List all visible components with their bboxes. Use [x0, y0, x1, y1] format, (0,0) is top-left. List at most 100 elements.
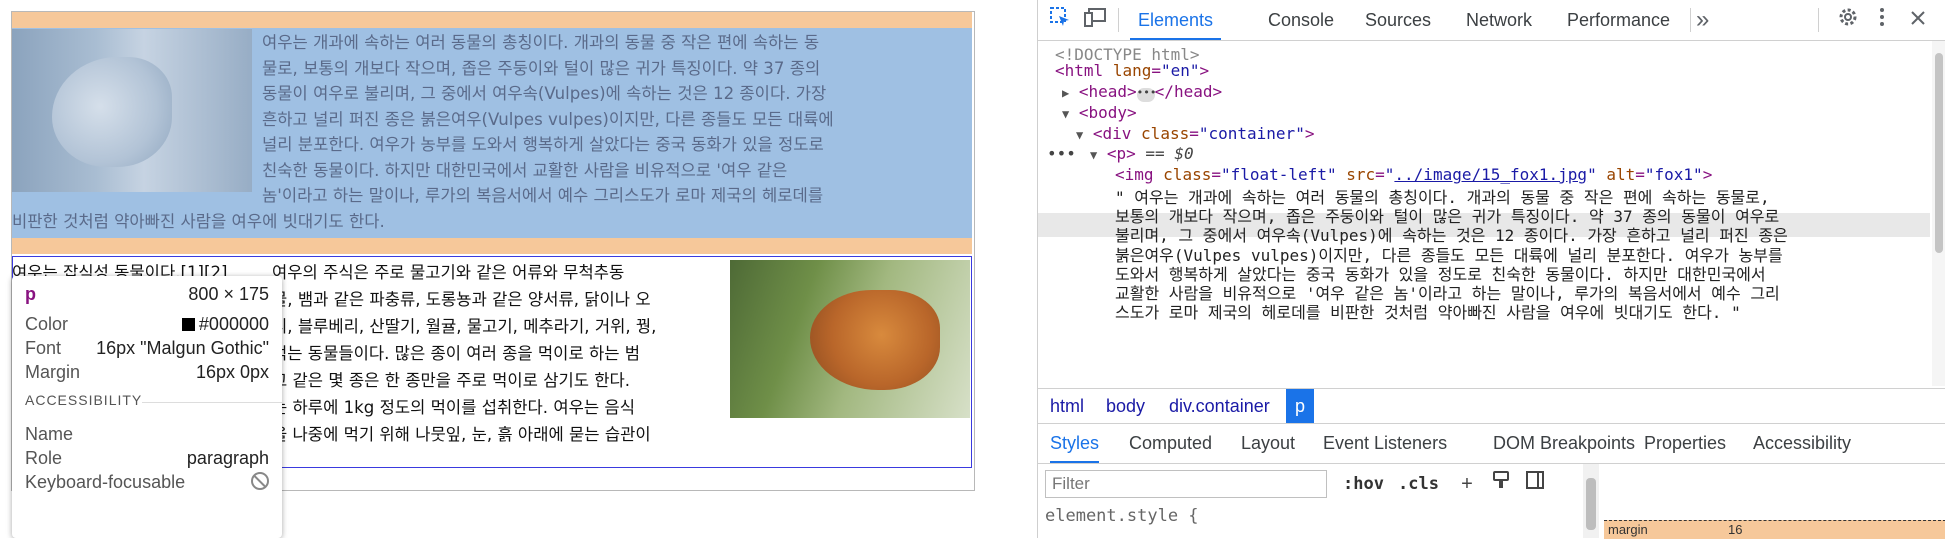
fox2-image [730, 260, 970, 418]
collapse-triangle-icon[interactable]: ▼ [1090, 148, 1097, 162]
more-tabs-button[interactable]: » [1696, 0, 1709, 40]
subtab-accessibility[interactable]: Accessibility [1753, 423, 1851, 463]
gear-icon[interactable] [1834, 6, 1862, 34]
tab-network[interactable]: Network [1466, 0, 1532, 40]
attr-value: "en" [1160, 61, 1200, 80]
color-swatch [181, 318, 195, 331]
class-toggle[interactable]: .cls [1398, 470, 1439, 498]
html-open-tag: <html [1055, 61, 1104, 80]
tab-elements[interactable]: Elements [1130, 0, 1222, 40]
text-node-line: 스도가 로마 제국의 헤로데를 비판한 것처럼 약아빠진 사람을 여우에 빗대기… [1115, 303, 1741, 322]
collapse-triangle-icon[interactable]: ▼ [1076, 128, 1083, 142]
tab-sources[interactable]: Sources [1365, 0, 1431, 40]
subtab-styles[interactable]: Styles [1050, 423, 1100, 463]
element-style-rule[interactable]: element.style { [1045, 506, 1199, 526]
attr-name: class [1141, 124, 1190, 143]
dom-tree: <!DOCTYPE html> <html lang="en"> ▶ <head… [1038, 41, 1930, 386]
fox-body-shape [810, 290, 940, 390]
tooltip-name-label: Name [25, 424, 74, 444]
styles-scrollbar[interactable] [1583, 464, 1599, 538]
dom-scrollbar[interactable] [1932, 41, 1945, 386]
scroll-thumb[interactable] [1935, 53, 1943, 253]
body-open-tag: <body> [1078, 103, 1137, 122]
tooltip-role-value: paragraph [186, 448, 269, 468]
paragraph-1-tail: 비판한 것처럼 약아빠진 사람을 여우에 빗대기도 한다. [12, 212, 385, 231]
devtools-tabbar: Elements Console Sources Network Perform… [1038, 0, 1945, 41]
fox1-image [12, 29, 252, 192]
margin-highlight-top [12, 12, 972, 28]
text-line: 리, 블루베리, 산딸기, 월귤, 물고기, 메추라기, 거위, 꿩, [272, 317, 657, 336]
tooltip-margin-label: Margin [25, 362, 81, 382]
node-actions-icon[interactable]: ••• [1047, 142, 1076, 166]
inspect-tooltip: p 800 × 175 Color #000000 Font 16px "Mal… [12, 276, 282, 538]
expand-triangle-icon[interactable]: ▶ [1062, 86, 1069, 100]
crumb-p[interactable]: p [1286, 389, 1315, 423]
img-open-tag: <img [1115, 165, 1154, 184]
img-src-link[interactable]: ../image/15_fox1.jpg [1394, 165, 1587, 184]
sidebar-toggle-icon[interactable] [1522, 470, 1548, 498]
styles-filter-input[interactable]: Filter [1045, 470, 1327, 498]
tooltip-keyboard-label: Keyboard-focusable [25, 472, 186, 492]
inspect-element-icon[interactable] [1046, 6, 1074, 34]
attr-name: class [1163, 165, 1212, 184]
div-open-tag: <div [1092, 124, 1132, 143]
tooltip-role-label: Role [25, 448, 63, 468]
img-node[interactable]: <img class="float-left" src="../image/15… [1115, 163, 1712, 187]
subtab-computed[interactable]: Computed [1129, 423, 1212, 463]
tab-performance[interactable]: Performance [1567, 0, 1670, 40]
plus-icon[interactable]: + [1454, 470, 1480, 498]
page-viewport: 여우는 개과에 속하는 여러 동물의 총칭이다. 개과의 동물 중 작은 편에 … [0, 0, 1037, 538]
attr-name: src [1346, 165, 1376, 184]
tooltip-margin-value: 16px 0px [195, 362, 269, 382]
devtools-panel: Elements Console Sources Network Perform… [1037, 0, 1945, 539]
subtab-event-listeners[interactable]: Event Listeners [1323, 423, 1447, 463]
styles-subtabs: Styles Computed Layout Event Listeners D… [1038, 423, 1945, 464]
p-open-tag: <p> [1106, 144, 1136, 163]
crumb-div-container[interactable]: div.container [1169, 389, 1270, 423]
crumb-body[interactable]: body [1106, 389, 1145, 423]
box-margin-value: 16 [1728, 522, 1743, 537]
subtab-dom-breakpoints[interactable]: DOM Breakpoints [1493, 423, 1635, 463]
tooltip-tag: p [25, 284, 36, 304]
attr-name: lang [1112, 61, 1152, 80]
paragraph-2-text: 여우의 주식은 주로 물고기와 같은 어류와 무척추동 물, 뱀과 같은 파충류… [272, 259, 712, 448]
margin-highlight-bottom [12, 238, 972, 254]
hover-state-toggle[interactable]: :hov [1343, 470, 1384, 498]
ellipsis-icon[interactable]: ••• [1136, 87, 1157, 102]
subtab-properties[interactable]: Properties [1644, 423, 1726, 463]
box-model-diagram: margin 16 [1600, 464, 1945, 539]
tooltip-font-value: 16px "Malgun Gothic" [96, 338, 269, 358]
subtab-layout[interactable]: Layout [1241, 423, 1295, 463]
selected-marker: == $0 [1145, 144, 1194, 163]
text-line: 놈'이라고 하는 말이나, 루가의 복음서에서 예수 그리스도가 로마 제국의 … [262, 186, 824, 205]
toolbar-divider [1118, 8, 1119, 32]
paint-brush-icon[interactable] [1488, 470, 1514, 498]
paragraph-1-text: 여우는 개과에 속하는 여러 동물의 총칭이다. 개과의 동물 중 작은 편에 … [262, 30, 970, 209]
tooltip-color-value: #000000 [198, 314, 269, 334]
not-focusable-icon [251, 472, 269, 490]
box-margin-label: margin [1608, 522, 1648, 537]
attr-value: "float-left" [1220, 165, 1337, 184]
close-icon[interactable] [1904, 6, 1932, 34]
tooltip-size: 800 × 175 [188, 284, 269, 304]
box-model-margin: margin 16 [1604, 520, 1945, 539]
collapse-triangle-icon[interactable]: ▼ [1062, 107, 1069, 121]
toolbar-divider [1690, 8, 1691, 32]
text-line: 을 나중에 먹기 위해 나뭇잎, 눈, 흙 아래에 묻는 습관이 [272, 425, 651, 444]
attr-value: "fox1" [1644, 165, 1703, 184]
text-line: 물, 뱀과 같은 파충류, 도롱뇽과 같은 양서류, 닭이나 오 [272, 290, 651, 309]
text-line: 널리 분포한다. 여우가 농부를 도와서 행복하게 살았다는 중국 동화가 있을… [262, 135, 824, 154]
scroll-thumb[interactable] [1586, 478, 1596, 530]
text-line: 먹는 동물들이다. 많은 종이 여러 종을 먹이로 하는 범 [272, 344, 641, 363]
accessibility-heading: ACCESSIBILITY [25, 392, 143, 408]
fox-head-shape [52, 57, 172, 167]
tab-console[interactable]: Console [1268, 0, 1334, 40]
text-line: 동물이 여우로 불리며, 그 중에서 여우속(Vulpes)에 속하는 것은 1… [262, 84, 827, 103]
crumb-html[interactable]: html [1050, 389, 1084, 423]
tooltip-color-label: Color [25, 314, 69, 334]
text-line: 여우의 주식은 주로 물고기와 같은 어류와 무척추동 [272, 263, 625, 282]
device-toolbar-icon[interactable] [1082, 6, 1110, 34]
text-line: 여우는 개과에 속하는 여러 동물의 총칭이다. 개과의 동물 중 작은 편에 … [262, 33, 820, 52]
kebab-menu-icon[interactable] [1868, 6, 1896, 34]
tooltip-font-label: Font [25, 338, 62, 358]
